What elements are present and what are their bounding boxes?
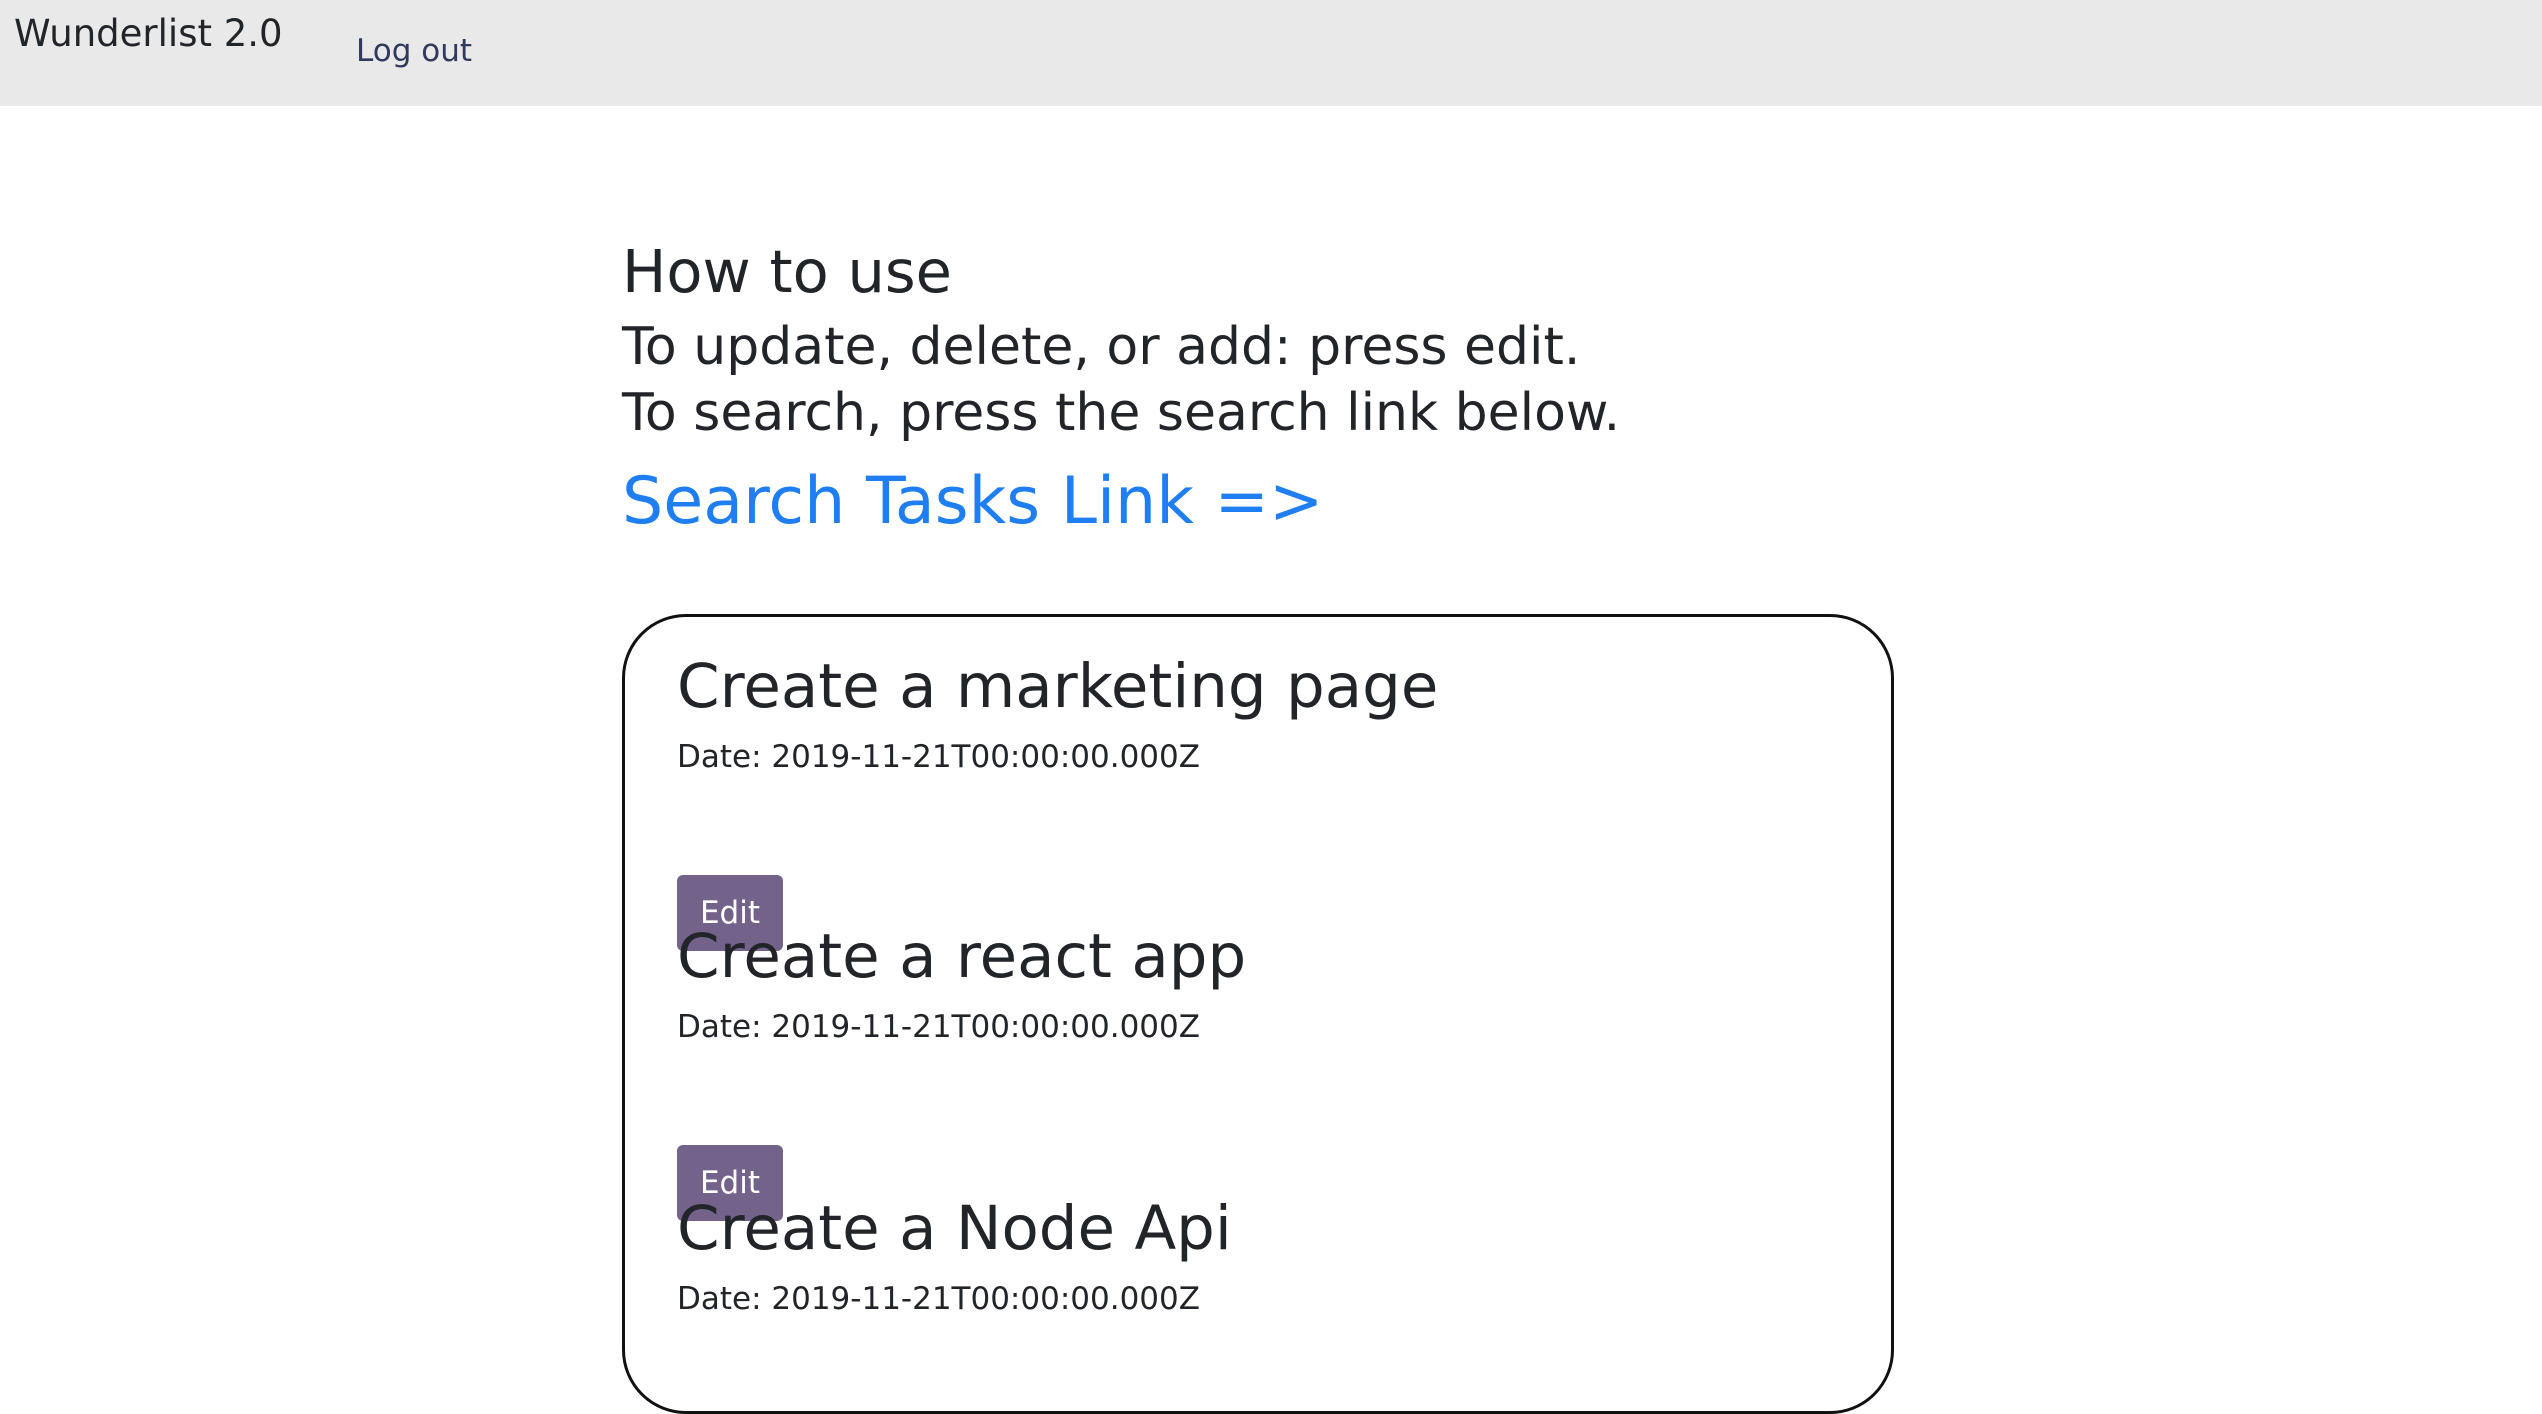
how-to-use-heading: How to use [622, 237, 952, 306]
task-item: Create a react app Date: 2019-11-21T00:0… [677, 915, 1247, 1221]
task-item: Create a Node Api Date: 2019-11-21T00:00… [677, 1187, 1232, 1321]
instructions-section: How to use To update, delete, or add: pr… [622, 230, 1922, 546]
logout-link[interactable]: Log out [356, 30, 472, 72]
search-tasks-link[interactable]: Search Tasks Link => [622, 458, 1323, 546]
task-title: Create a marketing page [677, 651, 1439, 722]
task-title: Create a react app [677, 921, 1247, 992]
task-list-card: Create a marketing page Date: 2019-11-21… [622, 614, 1894, 1414]
task-date: Date: 2019-11-21T00:00:00.000Z [677, 1281, 1200, 1317]
top-navbar: Wunderlist 2.0 Log out [0, 0, 2542, 106]
task-date: Date: 2019-11-21T00:00:00.000Z [677, 1009, 1200, 1045]
instruction-line-search: To search, press the search link below. [622, 383, 1621, 443]
task-title: Create a Node Api [677, 1193, 1232, 1264]
task-item: Create a marketing page Date: 2019-11-21… [677, 645, 1439, 951]
task-date: Date: 2019-11-21T00:00:00.000Z [677, 739, 1200, 775]
brand-title[interactable]: Wunderlist 2.0 [14, 10, 283, 58]
instruction-line-edit: To update, delete, or add: press edit. [622, 317, 1581, 377]
